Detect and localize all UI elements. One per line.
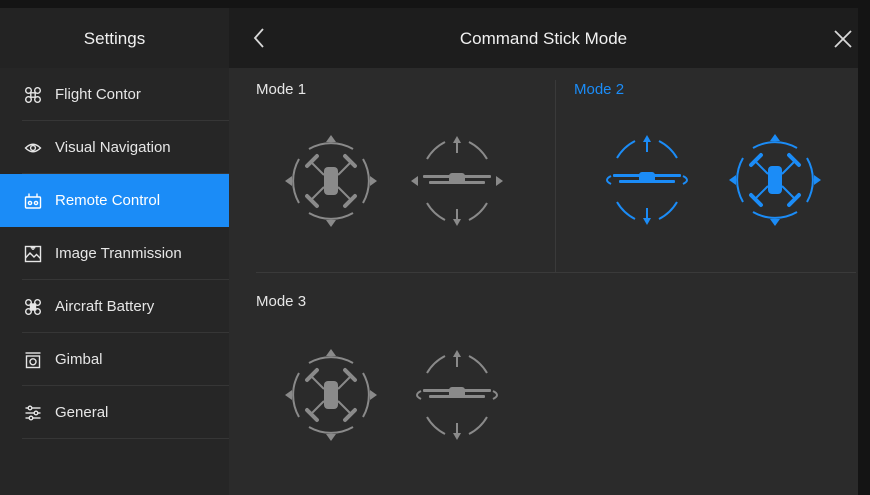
page-header: Command Stick Mode — [229, 8, 858, 68]
mode-2-label: Mode 2 — [574, 81, 625, 98]
sliders-icon — [24, 404, 42, 422]
close-icon[interactable] — [832, 28, 854, 50]
drone-top-view-icon — [729, 134, 821, 226]
mode-row-divider — [256, 272, 856, 273]
remote-controller-icon — [24, 192, 42, 210]
stick-mode-panel: Mode 1 Mode 2 Mode 3 — [229, 68, 858, 495]
sidebar-item-label: Visual Navigation — [55, 139, 171, 156]
image-transmission-icon — [24, 245, 42, 263]
sidebar-item-remote-control[interactable]: Remote Control — [0, 174, 229, 227]
drone-top-view-icon — [285, 135, 377, 227]
sidebar-item-label: Image Tranmission — [55, 245, 182, 262]
sidebar-item-label: General — [55, 404, 109, 421]
sidebar-item-image-transmission[interactable]: Image Tranmission — [0, 227, 229, 280]
drone-side-view-icon — [606, 135, 688, 225]
drone-side-view-icon — [411, 136, 503, 226]
sidebar-item-label: Remote Control — [55, 192, 161, 209]
sidebar-title: Settings — [0, 8, 229, 68]
drone-side-view-icon — [416, 350, 498, 440]
page-title: Command Stick Mode — [459, 29, 628, 48]
sidebar-item-label: Flight Contor — [55, 86, 141, 103]
drone-top-view-icon — [285, 349, 377, 441]
sidebar-item-aircraft-battery[interactable]: Aircraft Battery — [0, 280, 229, 333]
mode-3-label: Mode 3 — [256, 293, 307, 310]
sidebar-item-flight-control[interactable]: Flight Contor — [0, 68, 229, 121]
settings-sidebar: Settings Flight Contor Visual Navigation… — [0, 8, 229, 495]
mode-1-label: Mode 1 — [256, 81, 307, 98]
gimbal-icon — [24, 351, 42, 369]
battery-drone-icon — [24, 298, 42, 316]
eye-icon — [24, 139, 42, 157]
settings-window: Settings Flight Contor Visual Navigation… — [0, 8, 858, 495]
sidebar-menu: Flight Contor Visual Navigation Remote C… — [0, 68, 229, 439]
sidebar-item-visual-navigation[interactable]: Visual Navigation — [0, 121, 229, 174]
mode-divider — [555, 80, 556, 273]
sidebar-item-general[interactable]: General — [0, 386, 229, 439]
sidebar-item-label: Aircraft Battery — [55, 298, 155, 315]
sidebar-item-label: Gimbal — [55, 351, 103, 368]
drone-icon — [24, 86, 42, 104]
sidebar-item-gimbal[interactable]: Gimbal — [0, 333, 229, 386]
